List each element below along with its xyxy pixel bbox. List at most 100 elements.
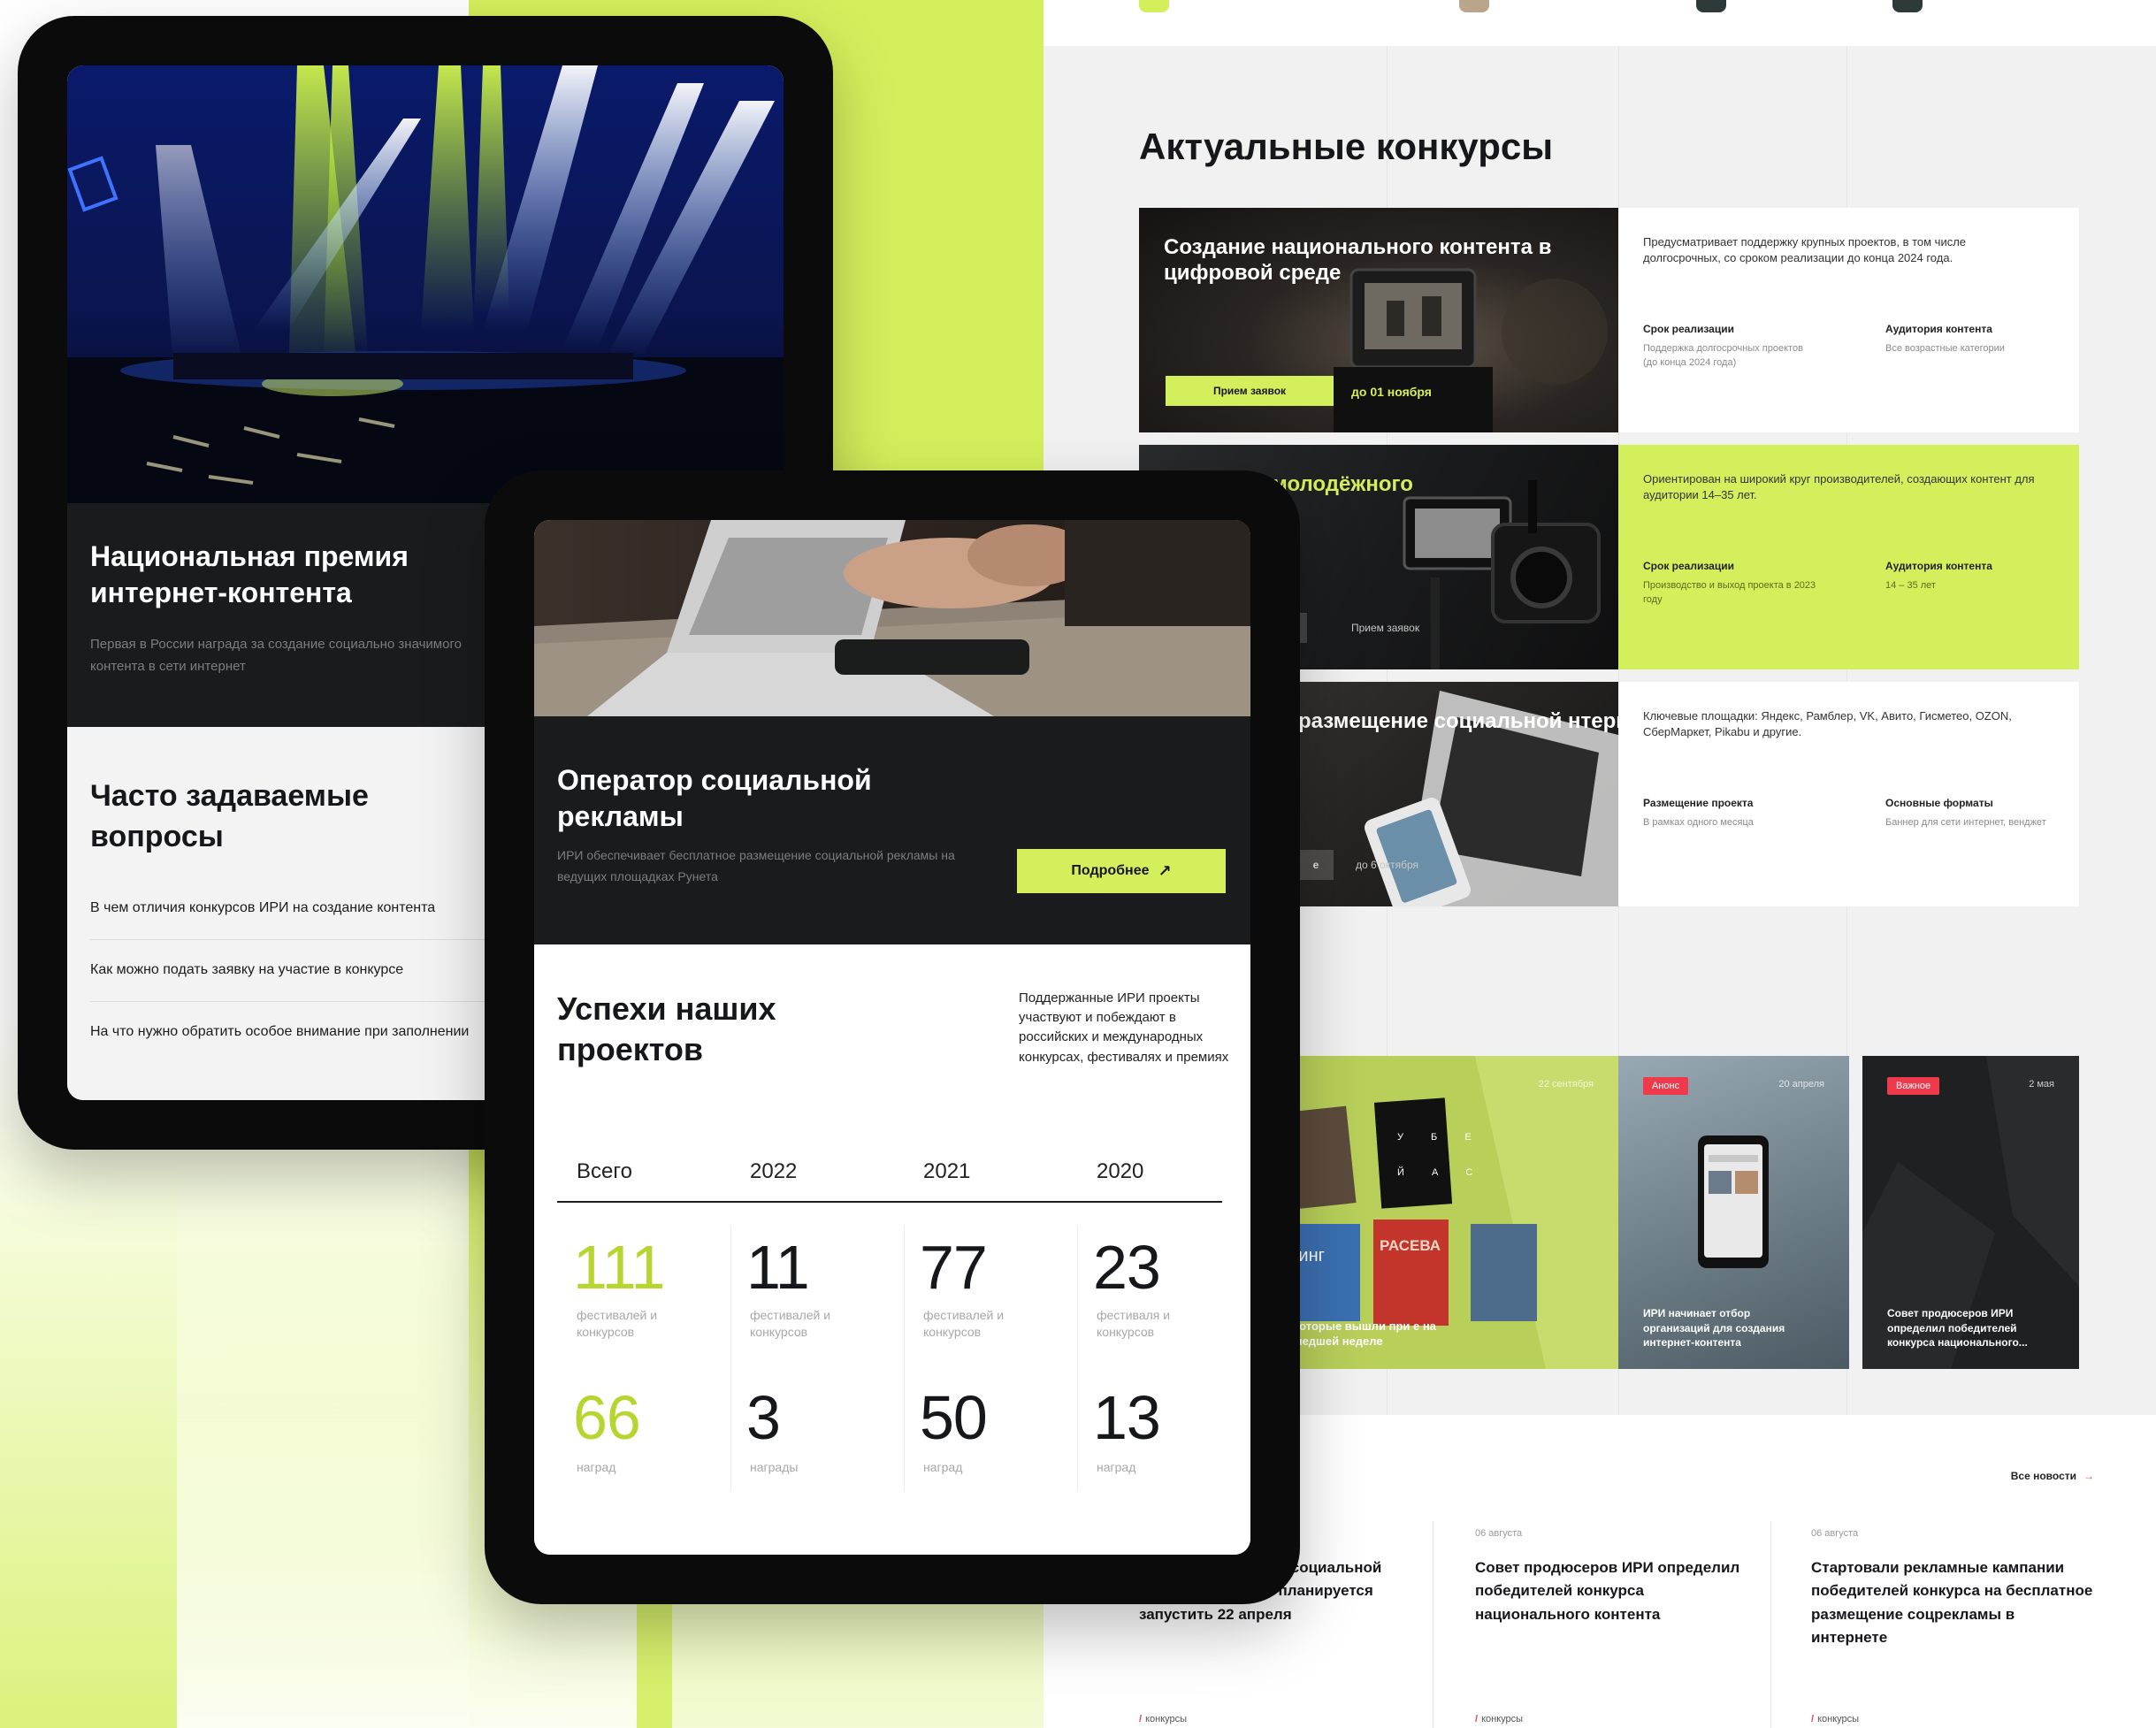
- success-block: Успехи наших проектов Поддержанные ИРИ п…: [534, 944, 1250, 1555]
- deadline: Прием заявок: [1351, 622, 1420, 634]
- news-tag[interactable]: / конкурсы: [1139, 1714, 1187, 1724]
- logo-icon[interactable]: [1139, 0, 1169, 12]
- column-header[interactable]: 2020: [1097, 1159, 1143, 1184]
- news-badge: Важное: [1887, 1077, 1940, 1095]
- stat-festivals-2022: 11: [746, 1233, 810, 1302]
- meta-value: В рамках одного месяца: [1643, 817, 1754, 828]
- svg-text:Й А С: Й А С: [1397, 1166, 1485, 1178]
- meta-label: Аудитория контента: [1885, 560, 1992, 572]
- news-tag[interactable]: / конкурсы: [1811, 1714, 1859, 1724]
- card-info: Предусматривает поддержку крупных проект…: [1618, 208, 2079, 432]
- more-button[interactable]: Подробнее ↗: [1017, 849, 1226, 893]
- card-title: Создание национального контента в цифров…: [1164, 235, 1552, 286]
- stat-festivals-2021: 77: [920, 1233, 988, 1302]
- meta-term: Срок реализации Поддержка долгосрочных п…: [1643, 323, 1820, 371]
- slash-icon: /: [1811, 1714, 1815, 1724]
- laptop-photo: [534, 520, 1250, 716]
- svg-text:РАСЕВА: РАСЕВА: [1380, 1237, 1441, 1254]
- stat-awards-2022: 3: [746, 1383, 781, 1452]
- stat-label: награды: [750, 1460, 799, 1474]
- section-title: Актуальные конкурсы: [1139, 126, 1554, 167]
- search-icon[interactable]: [1696, 0, 1726, 12]
- slash-icon: /: [1475, 1714, 1479, 1724]
- column-header[interactable]: Всего: [577, 1159, 632, 1184]
- meta-value: Производство и выход проекта в 2023 году: [1643, 580, 1816, 605]
- stat-label: наград: [1097, 1460, 1136, 1474]
- card-description: Ключевые площадки: Яндекс, Рамблер, VK, …: [1643, 709, 2012, 739]
- success-title: Успехи наших проектов: [557, 990, 776, 1068]
- stat-awards-2021: 50: [920, 1383, 988, 1452]
- news-tag[interactable]: / конкурсы: [1475, 1714, 1523, 1724]
- divider: [1770, 1521, 1771, 1728]
- stat-label: наград: [923, 1460, 963, 1474]
- profile-icon[interactable]: [1892, 0, 1923, 12]
- stat-festivals-2020: 23: [1093, 1233, 1161, 1302]
- meta-placement: Размещение проекта В рамках одного месяц…: [1643, 797, 1820, 830]
- operator-text: ИРИ обеспечивает бесплатное размещение с…: [557, 848, 955, 883]
- column-header[interactable]: 2022: [750, 1159, 797, 1184]
- stat-festivals-total: 111: [573, 1233, 665, 1302]
- news-tile[interactable]: Важное 2 мая Совет продюсеров ИРИ опреде…: [1862, 1056, 2079, 1369]
- meta-formats: Основные форматы Баннер для сети интерне…: [1885, 797, 2062, 830]
- apply-button[interactable]: е: [1298, 850, 1334, 880]
- arrow-right-icon: →: [2083, 1470, 2094, 1482]
- arrow-up-right-icon: ↗: [1158, 861, 1172, 880]
- meta-label: Размещение проекта: [1643, 797, 1754, 809]
- apply-button[interactable]: Прием заявок: [1166, 376, 1334, 406]
- news-title: Совет продюсеров ИРИ определил победител…: [1475, 1559, 1740, 1623]
- meta-value: Баннер для сети интернет, венджет: [1885, 817, 2046, 828]
- stat-label: фестивалей и конкурсов: [577, 1308, 658, 1339]
- stat-awards-total: 66: [573, 1383, 641, 1452]
- all-news-link[interactable]: Все новости →: [2011, 1470, 2094, 1482]
- news-date: 06 августа: [1811, 1528, 1859, 1539]
- meta-label: Аудитория контента: [1885, 323, 1992, 335]
- divider: [904, 1226, 905, 1491]
- news-date: 2 мая: [2029, 1079, 2054, 1090]
- stat-awards-2020: 13: [1093, 1383, 1161, 1452]
- poster-text: У Б Е: [1397, 1132, 1484, 1143]
- menu-icon[interactable]: [1459, 0, 1489, 12]
- concert-photo: [67, 65, 784, 503]
- card-image: Создание национального контента в цифров…: [1139, 208, 1618, 432]
- operator-title: Оператор социальной рекламы: [557, 764, 872, 832]
- deadline: до 01 ноября: [1351, 385, 1432, 399]
- contest-card[interactable]: Создание национального контента в цифров…: [1139, 208, 2079, 432]
- card-description: Предусматривает поддержку крупных проект…: [1643, 235, 1967, 265]
- news-date: 20 апреля: [1778, 1079, 1824, 1090]
- news-date: 06 августа: [1475, 1528, 1523, 1539]
- column-header[interactable]: 2021: [923, 1159, 970, 1184]
- meta-label: Срок реализации: [1643, 323, 1734, 335]
- stat-label: наград: [577, 1460, 616, 1474]
- news-caption: Совет продюсеров ИРИ определил победител…: [1887, 1307, 2028, 1349]
- news-caption: ми, которые вышли при е на прошедшей нед…: [1272, 1319, 1436, 1349]
- operator-block: Оператор социальной рекламы ИРИ обеспечи…: [534, 716, 1250, 944]
- news-badge: Анонс: [1643, 1077, 1689, 1095]
- meta-value: Все возрастные категории: [1885, 343, 2005, 354]
- news-date: 22 сентября: [1538, 1079, 1594, 1090]
- card-info: Ориентирован на широкий круг производите…: [1618, 445, 2079, 669]
- deadline: до 6 октября: [1356, 859, 1418, 871]
- card-title: молодёжного: [1272, 472, 1413, 496]
- meta-audience: Аудитория контента 14 – 35 лет: [1885, 560, 2062, 593]
- divider: [1433, 1521, 1434, 1728]
- news-tile[interactable]: Анонс 20 апреля ИРИ начинает отбор орган…: [1618, 1056, 1849, 1369]
- success-note: Поддержанные ИРИ проекты участвуют и поб…: [1019, 990, 1229, 1065]
- meta-value: Поддержка долгосрочных проектов (до конц…: [1643, 343, 1803, 368]
- news-caption: ИРИ начинает отбор организаций для созда…: [1643, 1307, 1785, 1349]
- news-item[interactable]: 06 августа Совет продюсеров ИРИ определи…: [1475, 1528, 1758, 1724]
- news-title: Стартовали рекламные кампании победителе…: [1811, 1559, 2093, 1647]
- tablet-screen: Оператор социальной рекламы ИРИ обеспечи…: [534, 520, 1250, 1555]
- faq-title: Часто задаваемые вопросы: [90, 779, 369, 853]
- top-bar: [1044, 0, 2156, 46]
- award-title: Национальная премия интернет-контента: [90, 540, 409, 608]
- divider: [730, 1226, 731, 1491]
- card-info: Ключевые площадки: Яндекс, Рамблер, VK, …: [1618, 682, 2079, 906]
- meta-term: Срок реализации Производство и выход про…: [1643, 560, 1820, 608]
- stat-label: фестивалей и конкурсов: [750, 1308, 831, 1339]
- card-title: размещение социальной нтернет: [1298, 709, 1618, 733]
- more-button-label: Подробнее: [1071, 863, 1150, 878]
- news-item[interactable]: 06 августа Стартовали рекламные кампании…: [1811, 1528, 2094, 1724]
- tablet-right: Оператор социальной рекламы ИРИ обеспечи…: [485, 470, 1300, 1604]
- card-description: Ориентирован на широкий круг производите…: [1643, 472, 2035, 502]
- stat-label: фестиваля и конкурсов: [1097, 1308, 1171, 1339]
